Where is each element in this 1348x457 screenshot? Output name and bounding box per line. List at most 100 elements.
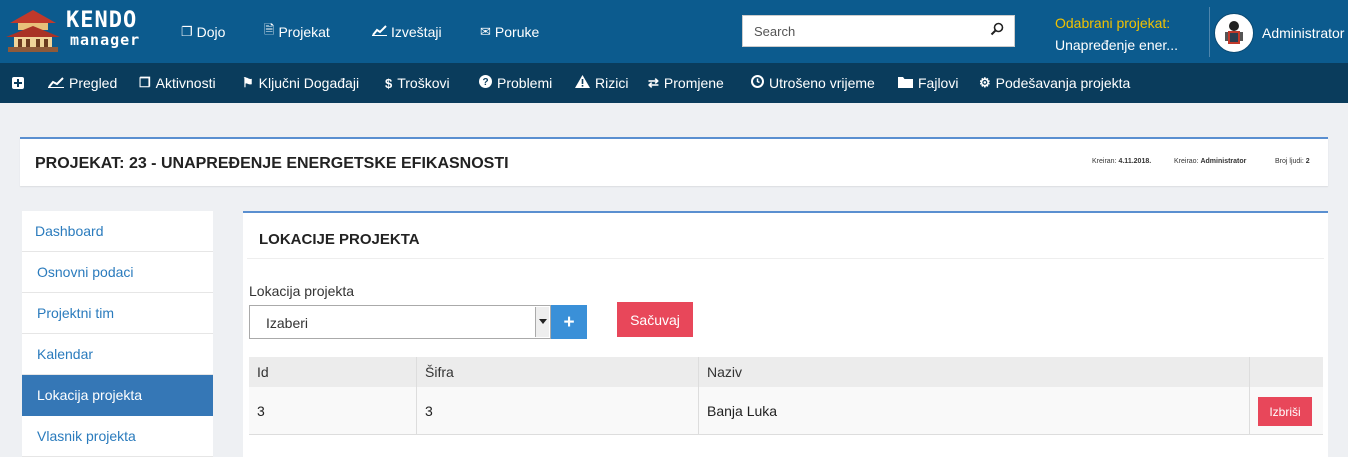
created-label: Kreiran: <box>1092 158 1117 165</box>
panel-title: LOKACIJE PROJEKTA <box>259 231 420 248</box>
cogs-icon: ⚙ <box>979 75 991 90</box>
subnav-pregled-label: Pregled <box>69 75 118 91</box>
divider <box>1209 7 1210 57</box>
location-select[interactable]: Izaberi <box>249 305 551 339</box>
subnav-rizici[interactable]: Rizici <box>575 63 628 103</box>
subnav-aktivnosti[interactable]: ❐ Aktivnosti <box>139 63 216 103</box>
subnav-promjene-label: Promjene <box>663 75 724 91</box>
sidebar: Dashboard Osnovni podaci Projektni tim K… <box>22 211 213 457</box>
plus-square-icon <box>12 77 24 89</box>
folder-icon <box>898 76 913 91</box>
cell-sifra: 3 <box>416 387 698 434</box>
line-chart-icon <box>48 76 64 91</box>
location-select-value: Izaberi <box>266 315 309 331</box>
files-icon: ❐ <box>139 75 151 90</box>
sidebar-item-lokacija-projekta[interactable]: Lokacija projekta <box>22 375 213 416</box>
logo-line2: manager <box>70 31 141 49</box>
created-meta: Kreiran: 4.11.2018. <box>1092 158 1151 165</box>
top-bar: KENDO manager ❐ Dojo 🗎 Projekat Izveštaj… <box>0 0 1348 63</box>
creator-label: Kreirao: <box>1174 158 1199 165</box>
dollar-icon: $ <box>385 75 393 91</box>
location-field-label: Lokacija projekta <box>249 283 355 299</box>
column-header-sifra[interactable]: Šifra <box>416 357 698 387</box>
column-header-naziv[interactable]: Naziv <box>698 357 1249 387</box>
nav-dojo[interactable]: ❐ Dojo <box>181 0 225 63</box>
selected-project-label: Odabrani projekat: <box>1055 15 1171 31</box>
project-nav: Pregled ❐ Aktivnosti ⚑ Ključni Događaji … <box>0 63 1348 103</box>
add-project-button[interactable] <box>12 63 24 103</box>
subnav-podesavanja-label: Podešavanja projekta <box>995 75 1131 91</box>
sidebar-item-label: Kalendar <box>37 346 94 362</box>
cell-actions: Izbriši <box>1249 387 1323 434</box>
app-name: KENDO manager <box>66 10 141 50</box>
project-header: PROJEKAT: 23 - UNAPREĐENJE ENERGETSKE EF… <box>20 137 1328 186</box>
plus-icon: + <box>563 311 575 333</box>
sidebar-item-label: Osnovni podaci <box>37 264 134 280</box>
search-box <box>742 15 1015 47</box>
app-logo[interactable]: KENDO manager <box>4 8 154 56</box>
file-text-icon: 🗎 <box>264 21 275 37</box>
subnav-promjene[interactable]: ⇄ Promjene <box>648 63 724 103</box>
nav-izvestaji-label: Izveštaji <box>391 23 442 40</box>
subnav-pregled[interactable]: Pregled <box>48 63 117 103</box>
delete-button[interactable]: Izbriši <box>1258 397 1312 426</box>
logo-line1: KENDO <box>66 8 138 33</box>
subnav-problemi-label: Problemi <box>497 75 553 91</box>
avatar[interactable] <box>1214 13 1254 53</box>
chevron-down-icon[interactable] <box>535 307 549 337</box>
nav-poruke-label: Poruke <box>494 23 540 40</box>
column-header-id[interactable]: Id <box>249 357 416 387</box>
sidebar-item-dashboard[interactable]: Dashboard <box>22 211 213 252</box>
user-name[interactable]: Administrator <box>1262 25 1344 41</box>
people-meta: Broj ljudi: 2 <box>1275 158 1310 165</box>
user-avatar-icon <box>1216 15 1252 51</box>
nav-poruke[interactable]: ✉ Poruke <box>480 0 539 63</box>
cell-id: 3 <box>257 402 265 419</box>
subnav-troskovi[interactable]: $ Troškovi <box>385 63 450 103</box>
subnav-rizici-label: Rizici <box>595 75 629 91</box>
question-circle-icon: ? <box>479 75 492 91</box>
envelope-icon: ✉ <box>480 23 491 39</box>
sidebar-item-label: Projektni tim <box>37 305 115 321</box>
selected-project-value[interactable]: Unapređenje ener... <box>1055 37 1178 53</box>
locations-panel: LOKACIJE PROJEKTA Lokacija projekta Izab… <box>243 211 1328 457</box>
page-title: PROJEKAT: 23 - UNAPREĐENJE ENERGETSKE EF… <box>35 155 509 172</box>
subnav-podesavanja[interactable]: ⚙ Podešavanja projekta <box>979 63 1130 103</box>
divider <box>247 258 1324 259</box>
people-value: 2 <box>1305 158 1310 165</box>
clock-icon <box>751 75 764 91</box>
people-label: Broj ljudi: <box>1275 158 1304 165</box>
creator-value: Administrator <box>1200 158 1247 165</box>
subnav-fajlovi[interactable]: Fajlovi <box>898 63 958 103</box>
sidebar-item-label: Vlasnik projekta <box>37 428 136 444</box>
nav-izvestaji[interactable]: Izveštaji <box>372 0 442 63</box>
column-header-actions <box>1249 357 1323 387</box>
warning-icon <box>575 75 590 91</box>
save-button[interactable]: Sačuvaj <box>617 302 693 337</box>
sidebar-item-label: Dashboard <box>35 223 104 239</box>
table-header: Id Šifra Naziv <box>249 357 1323 387</box>
subnav-aktivnosti-label: Aktivnosti <box>155 75 216 91</box>
line-chart-icon <box>372 24 387 39</box>
subnav-problemi[interactable]: ? Problemi <box>479 63 552 103</box>
table-row: 3 3 Banja Luka Izbriši <box>249 387 1323 435</box>
subnav-kljucni-dogadjaji-label: Ključni Događaji <box>258 75 360 91</box>
nav-dojo-label: Dojo <box>196 23 226 40</box>
subnav-troskovi-label: Troškovi <box>397 75 450 91</box>
subnav-utroseno-vrijeme-label: Utrošeno vrijeme <box>769 75 875 91</box>
copy-icon: ❐ <box>181 23 193 39</box>
search-icon[interactable] <box>990 22 1004 36</box>
sidebar-item-projektni-tim[interactable]: Projektni tim <box>22 293 213 334</box>
sidebar-item-label: Lokacija projekta <box>37 387 143 403</box>
sidebar-item-osnovni-podaci[interactable]: Osnovni podaci <box>22 252 213 293</box>
sidebar-item-vlasnik-projekta[interactable]: Vlasnik projekta <box>22 416 213 457</box>
creator-meta: Kreirao: Administrator <box>1174 158 1246 165</box>
svg-text:?: ? <box>482 77 488 88</box>
cell-naziv: Banja Luka <box>698 387 1249 434</box>
sidebar-item-kalendar[interactable]: Kalendar <box>22 334 213 375</box>
subnav-utroseno-vrijeme[interactable]: Utrošeno vrijeme <box>751 63 875 103</box>
nav-projekat[interactable]: 🗎 Projekat <box>264 0 330 63</box>
add-location-button[interactable]: + <box>551 305 587 339</box>
search-input[interactable] <box>743 16 973 46</box>
subnav-kljucni-dogadjaji[interactable]: ⚑ Ključni Događaji <box>242 63 359 103</box>
